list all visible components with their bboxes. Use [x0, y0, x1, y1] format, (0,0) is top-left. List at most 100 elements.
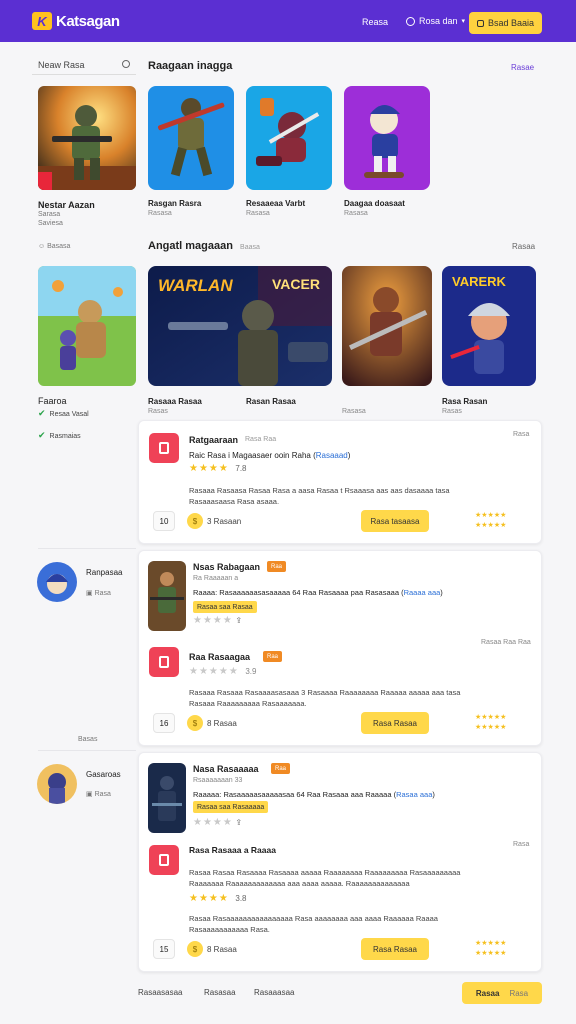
sidebar-check-1[interactable]: ✔ Resaa Vasal: [38, 408, 89, 419]
section-title-new: Angatl magaaan Baasa: [148, 240, 260, 252]
review-2-stars-right: ★★★★★ ★★★★★: [475, 713, 535, 733]
footer-link-2[interactable]: Rasasaa: [204, 988, 236, 997]
share-icon[interactable]: ⇪: [235, 616, 242, 625]
section-link-popular[interactable]: Rasae: [511, 63, 534, 72]
review-2-body-line2: Rasaaa Raaaaaaaaa Rasaaaaaaa.: [189, 699, 307, 708]
review-2-link[interactable]: Raaaa aaa: [404, 588, 441, 597]
game-card-banner-caption[interactable]: Rasaaa Rasaa: [148, 397, 202, 406]
game-card-5[interactable]: VARERK: [442, 266, 536, 386]
review-panel-3: Nasa Rasaaaaa Raa Rsaaaaaaan 33 Raaaaa: …: [138, 752, 542, 972]
game-card-3-caption[interactable]: Daagaa doasaat: [344, 199, 405, 208]
check-icon: ✔: [38, 408, 46, 418]
footer-link-3[interactable]: Rasaaasaa: [254, 988, 294, 997]
featured-game-thumbnail[interactable]: [38, 86, 136, 190]
signin-label: Bsad Baaia: [487, 18, 535, 28]
review-3-quote-line1: Rasaa Rasaa Rasaaaa Rasaaaa aaaaa Raaaaa…: [189, 868, 461, 877]
game-card-5-sub: Rasas: [442, 408, 462, 415]
rating-stars-row2: ★★★★★: [475, 522, 507, 529]
signin-button[interactable]: Bsad Baaia: [469, 12, 542, 34]
language-label: Rosa dan: [419, 16, 458, 26]
top-nav-bar: K Katsagan Reasa Rosa dan ▾ Bsad Baaia: [0, 0, 576, 42]
review-2-small-rating: ★★★★ ⇪: [193, 615, 242, 626]
sidebar-check-1-label: Resaa Vasal: [49, 411, 89, 418]
rating-stars-row1: ★★★★★: [475, 714, 507, 721]
game-card-1[interactable]: [148, 86, 234, 190]
footer-action-button[interactable]: Rasaa Rasa: [462, 982, 542, 1004]
rating-stars-grey: ★★★★★: [189, 666, 239, 677]
review-3-link[interactable]: Rasaa aaa: [396, 790, 432, 799]
review-3-corner: Rasa: [513, 841, 530, 848]
featured-game-sub2: Saviesa: [38, 220, 63, 227]
review-2-action-button[interactable]: Rasa Rasaa: [361, 712, 429, 734]
rating-stars: ★★★★: [189, 893, 229, 904]
review-3-name2[interactable]: Rasa Rasaaa a Raaaa: [189, 845, 276, 855]
share-icon[interactable]: ⇪: [235, 818, 242, 827]
game-card-2[interactable]: [246, 86, 332, 190]
review-3-thumbnail[interactable]: [148, 763, 186, 833]
review-2-tag: Raa: [267, 561, 287, 572]
section-title-popular: Raagaan inagga: [148, 60, 233, 72]
user-1-sub-label: Rasa: [94, 590, 111, 597]
review-1-action-button[interactable]: Rasa tasaasa: [361, 510, 429, 532]
review-3-action-button[interactable]: Rasa Rasaa: [361, 938, 429, 960]
review-2-count[interactable]: 16: [153, 713, 175, 733]
language-selector[interactable]: Rosa dan ▾: [406, 16, 465, 26]
nav-link[interactable]: Reasa: [362, 17, 388, 27]
rating-stars-grey: ★★★★: [193, 817, 233, 828]
banner-game-card[interactable]: WARLAN VACER: [148, 266, 332, 386]
rating-stars-row1: ★★★★★: [475, 512, 507, 519]
review-3-name[interactable]: Nasa Rasaaaaa: [193, 764, 259, 774]
game-card-5-caption[interactable]: Rasa Rasan: [442, 397, 487, 406]
game-card-4-sub: Rasasa: [342, 408, 366, 415]
featured-meta-label: Basasa: [47, 243, 71, 250]
user-2-avatar[interactable]: [37, 764, 77, 804]
sidebar-game-thumbnail[interactable]: [38, 266, 136, 386]
game-card-3[interactable]: [344, 86, 430, 190]
review-2-name[interactable]: Nsas Rabagaan: [193, 562, 260, 572]
review-2-rating-num: 3.9: [245, 667, 257, 676]
rating-stars-row1: ★★★★★: [475, 940, 507, 947]
logo[interactable]: K Katsagan: [32, 12, 120, 30]
user-1-avatar[interactable]: [37, 562, 77, 602]
review-1-name[interactable]: Ratgaaraan: [189, 435, 238, 445]
game-card-4-caption[interactable]: Rasan Rasaa: [246, 397, 296, 406]
check-icon: ✔: [38, 430, 46, 440]
game-card-1-caption[interactable]: Rasgan Rasra: [148, 199, 201, 208]
coin-icon: $: [187, 513, 203, 529]
review-3-tag: Raa: [271, 763, 291, 774]
footer-action-main: Rasaa: [475, 988, 500, 998]
game-card-2-caption[interactable]: Resaaeaa Varbt: [246, 199, 305, 208]
globe-icon: [406, 16, 415, 26]
review-2-thumbnail[interactable]: [148, 561, 186, 631]
review-2-name2[interactable]: Raa Rasaagaa: [189, 652, 250, 662]
footer-action-sub: Rasa: [509, 988, 529, 998]
sidebar-check-2[interactable]: ✔ Rasmaias: [38, 430, 81, 441]
review-2-rating: ★★★★★ 3.9: [189, 666, 256, 677]
section-title-new-text: Angatl magaaan: [148, 240, 233, 252]
user-icon: ☺: [38, 243, 48, 250]
rating-stars: ★★★★: [189, 463, 229, 474]
review-3-count[interactable]: 15: [153, 939, 175, 959]
search-icon: [122, 60, 130, 68]
review-1-link[interactable]: Rasaaad: [316, 451, 348, 460]
user-1-meta: Basas: [78, 736, 98, 743]
search-input[interactable]: Neaw Rasa: [32, 55, 136, 75]
game-card-2-sub: Rasasa: [246, 210, 270, 217]
section-link-new[interactable]: Rasaa: [512, 242, 535, 251]
user-1-name[interactable]: Ranpasaa: [86, 568, 122, 577]
review-1-rating: ★★★★ 7.8: [189, 463, 247, 474]
review-panel-1: Ratgaaraan Rasa Raa Rasa Raic Rasa i Mag…: [138, 420, 542, 544]
game-card-5-art-title: VARERK: [452, 274, 506, 289]
featured-game-title[interactable]: Nestar Aazan: [38, 200, 95, 210]
user-1-sub: ▣ Rasa: [86, 589, 111, 597]
game-card-3-sub: Rasasa: [344, 210, 368, 217]
review-3-line-text: Raaaaa: Rasaaaaasaaaaasaa 64 Raa Rasaaa …: [193, 790, 392, 799]
footer-link-1[interactable]: Rasaasasaa: [138, 988, 182, 997]
review-1-count[interactable]: 10: [153, 511, 175, 531]
sidebar-game-title[interactable]: Faaroa: [38, 396, 67, 406]
review-3-tag2: Rasaa saa Rasaaaaa: [193, 801, 269, 813]
game-card-4[interactable]: [342, 266, 432, 386]
section-title-new-sub: Baasa: [240, 244, 260, 251]
review-2-line-text: Raaaa: Rasaaaaaasasaaaaa 64 Raa Rasaaaa …: [193, 588, 399, 597]
user-2-name[interactable]: Gasaroas: [86, 770, 121, 779]
